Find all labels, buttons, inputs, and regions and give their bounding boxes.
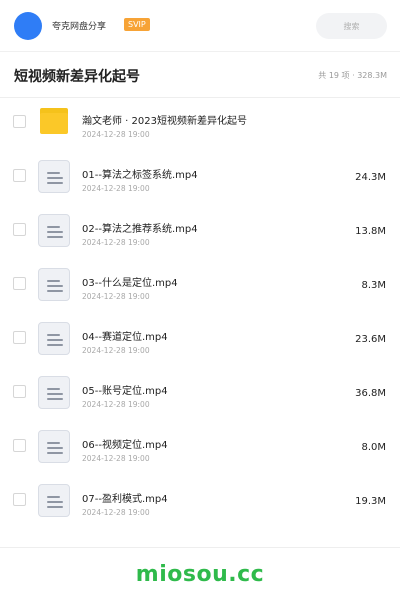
item-name: 02--算法之推荐系统.mp4 [82, 224, 198, 235]
item-date: 2024-12-28 19:00 [82, 346, 150, 355]
file-icon [38, 214, 70, 247]
checkbox[interactable] [13, 277, 26, 290]
item-size: 8.0M [361, 442, 386, 453]
item-name: 07--盈利模式.mp4 [82, 494, 168, 505]
item-name: 瀚文老师 · 2023短视频新差异化起号 [82, 116, 247, 127]
item-date: 2024-12-28 19:00 [82, 454, 150, 463]
watermark: miosou.cc [135, 562, 265, 587]
list-item[interactable]: 01--算法之标签系统.mp4 2024-12-28 19:00 24.3M [0, 152, 400, 206]
item-size: 23.6M [355, 334, 386, 345]
item-date: 2024-12-28 19:00 [82, 400, 150, 409]
file-list: 瀚文老师 · 2023短视频新差异化起号 2024-12-28 19:00 01… [0, 98, 400, 530]
list-item[interactable]: 02--算法之推荐系统.mp4 2024-12-28 19:00 13.8M [0, 206, 400, 260]
item-name: 01--算法之标签系统.mp4 [82, 170, 198, 181]
search-input[interactable] [316, 13, 387, 39]
title-bar: 短视频新差异化起号 共 19 项 · 328.3M [0, 52, 400, 98]
checkbox[interactable] [13, 493, 26, 506]
checkbox[interactable] [13, 223, 26, 236]
item-name: 03--什么是定位.mp4 [82, 278, 178, 289]
top-bar: 夸克网盘分享 SVIP [0, 0, 400, 52]
item-date: 2024-12-28 19:00 [82, 130, 150, 139]
file-icon [38, 376, 70, 409]
list-item[interactable]: 瀚文老师 · 2023短视频新差异化起号 2024-12-28 19:00 [0, 98, 400, 152]
item-size: 13.8M [355, 226, 386, 237]
item-size: 24.3M [355, 172, 386, 183]
file-icon [38, 322, 70, 355]
avatar[interactable] [14, 12, 42, 40]
file-icon [38, 160, 70, 193]
file-icon [38, 430, 70, 463]
file-icon [38, 484, 70, 517]
item-name: 05--账号定位.mp4 [82, 386, 168, 397]
item-size: 8.3M [361, 280, 386, 291]
item-date: 2024-12-28 19:00 [82, 184, 150, 193]
checkbox[interactable] [13, 439, 26, 452]
item-date: 2024-12-28 19:00 [82, 238, 150, 247]
checkbox[interactable] [13, 115, 26, 128]
file-icon [38, 268, 70, 301]
list-item[interactable]: 06--视频定位.mp4 2024-12-28 19:00 8.0M [0, 422, 400, 476]
checkbox[interactable] [13, 385, 26, 398]
item-count-summary: 共 19 项 · 328.3M [318, 71, 387, 80]
list-item[interactable]: 03--什么是定位.mp4 2024-12-28 19:00 8.3M [0, 260, 400, 314]
item-name: 06--视频定位.mp4 [82, 440, 168, 451]
folder-icon [40, 108, 68, 134]
item-name: 04--赛道定位.mp4 [82, 332, 168, 343]
checkbox[interactable] [13, 331, 26, 344]
svip-badge: SVIP [124, 18, 150, 31]
list-item[interactable]: 07--盈利模式.mp4 2024-12-28 19:00 19.3M [0, 476, 400, 530]
list-item[interactable]: 04--赛道定位.mp4 2024-12-28 19:00 23.6M [0, 314, 400, 368]
item-size: 36.8M [355, 388, 386, 399]
item-date: 2024-12-28 19:00 [82, 508, 150, 517]
list-item[interactable]: 05--账号定位.mp4 2024-12-28 19:00 36.8M [0, 368, 400, 422]
footer-divider [0, 547, 400, 548]
item-date: 2024-12-28 19:00 [82, 292, 150, 301]
username: 夸克网盘分享 [52, 22, 107, 32]
page-title: 短视频新差异化起号 [14, 69, 140, 85]
item-size: 19.3M [355, 496, 386, 507]
checkbox[interactable] [13, 169, 26, 182]
